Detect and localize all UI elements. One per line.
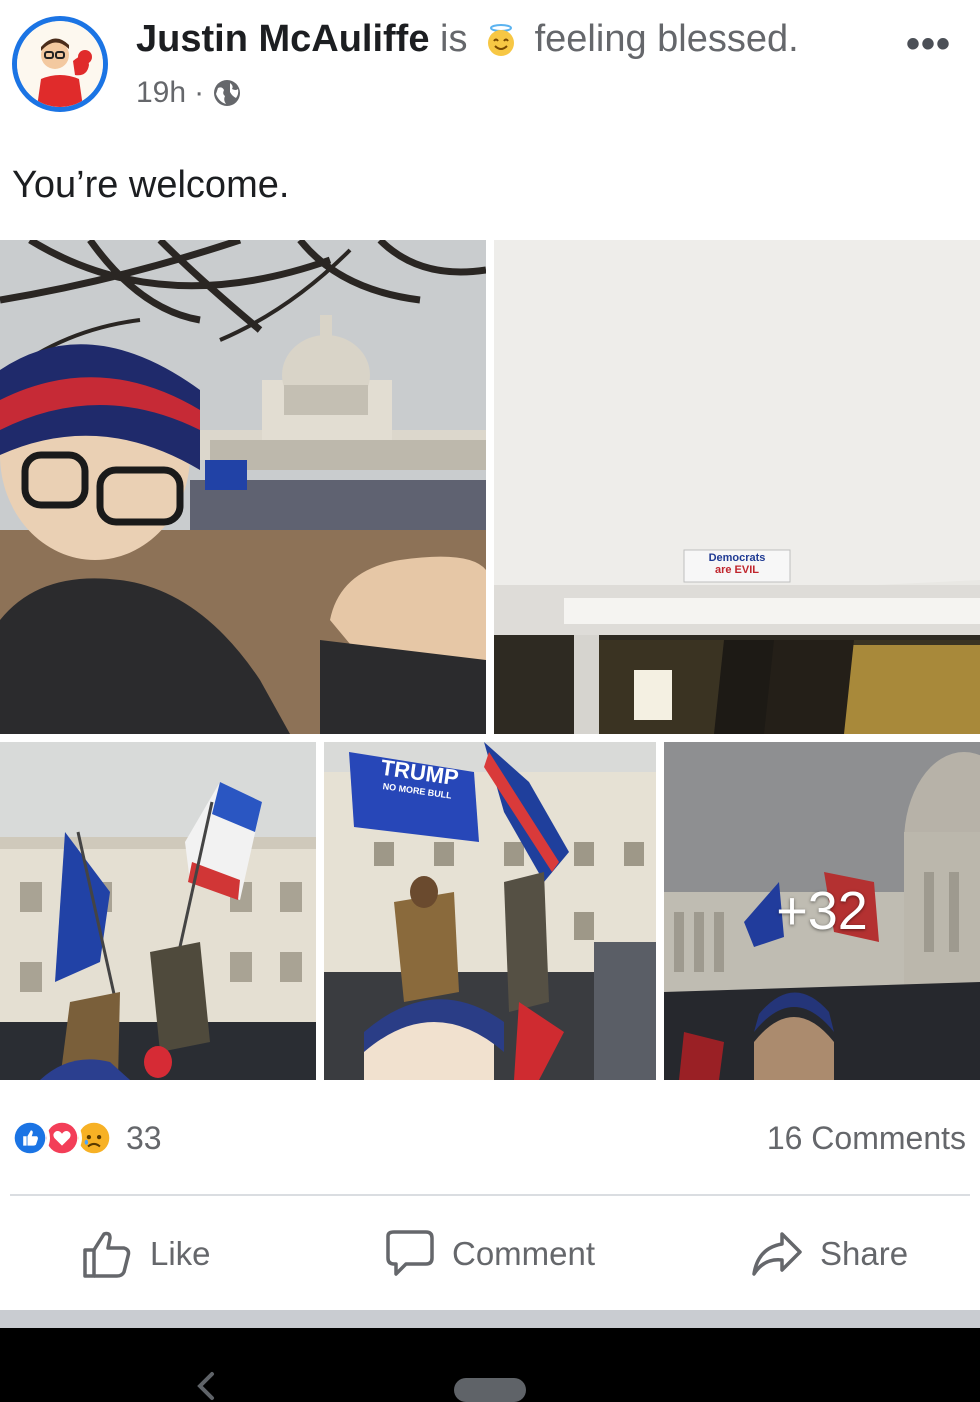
like-button[interactable]: Like bbox=[80, 1222, 211, 1286]
more-photos-count[interactable]: +32 bbox=[664, 742, 980, 1080]
comment-label: Comment bbox=[452, 1235, 596, 1272]
avatar-cartoon-icon bbox=[17, 21, 103, 107]
share-button[interactable]: Share bbox=[750, 1222, 908, 1286]
like-label: Like bbox=[150, 1235, 211, 1272]
comments-count[interactable]: 16 Comments bbox=[767, 1120, 966, 1157]
feeling-text[interactable]: feeling blessed. bbox=[535, 18, 799, 60]
post-time[interactable]: 19h bbox=[136, 76, 186, 110]
capitol-steps-photo[interactable]: +32 bbox=[664, 742, 980, 1080]
post-text: You’re welcome. bbox=[12, 164, 290, 206]
back-chevron-icon[interactable] bbox=[192, 1370, 218, 1402]
share-arrow-icon bbox=[752, 1232, 802, 1276]
sticker-text-line1: Democrats bbox=[708, 552, 766, 564]
wall-sticker-photo[interactable]: Democrats are EVIL bbox=[494, 240, 980, 734]
actions-divider bbox=[10, 1194, 970, 1196]
reactions-summary[interactable]: 33 bbox=[10, 1116, 162, 1160]
thumbs-up-icon bbox=[83, 1231, 131, 1278]
selfie-capitol-photo[interactable] bbox=[0, 240, 486, 734]
globe-icon bbox=[214, 80, 241, 106]
comment-button[interactable]: Comment bbox=[382, 1222, 595, 1286]
home-pill-icon[interactable] bbox=[454, 1378, 526, 1402]
angel-smile-emoji-icon bbox=[488, 24, 515, 56]
more-options-icon[interactable]: ••• bbox=[906, 22, 951, 67]
trump-flag-crowd-photo[interactable]: TRUMP NO MORE BULL bbox=[324, 742, 656, 1080]
post-meta: 19h · bbox=[136, 76, 242, 110]
post-header: Justin McAuliffe is feeling blessed. 19h… bbox=[0, 0, 980, 130]
author-name[interactable]: Justin McAuliffe bbox=[136, 18, 429, 60]
author-avatar[interactable] bbox=[12, 16, 108, 112]
sticker-text-line2: are EVIL bbox=[714, 564, 760, 576]
comment-bubble-icon bbox=[386, 1230, 434, 1276]
share-label: Share bbox=[820, 1235, 909, 1272]
like-reaction-icon bbox=[10, 1118, 50, 1158]
reaction-count: 33 bbox=[126, 1119, 162, 1156]
post-title-line: Justin McAuliffe is feeling blessed. bbox=[136, 18, 799, 61]
flags-crowd-photo[interactable] bbox=[0, 742, 316, 1080]
feeling-verb: is bbox=[440, 18, 468, 60]
meta-separator: · bbox=[194, 76, 205, 109]
feed-separator bbox=[0, 1310, 980, 1328]
